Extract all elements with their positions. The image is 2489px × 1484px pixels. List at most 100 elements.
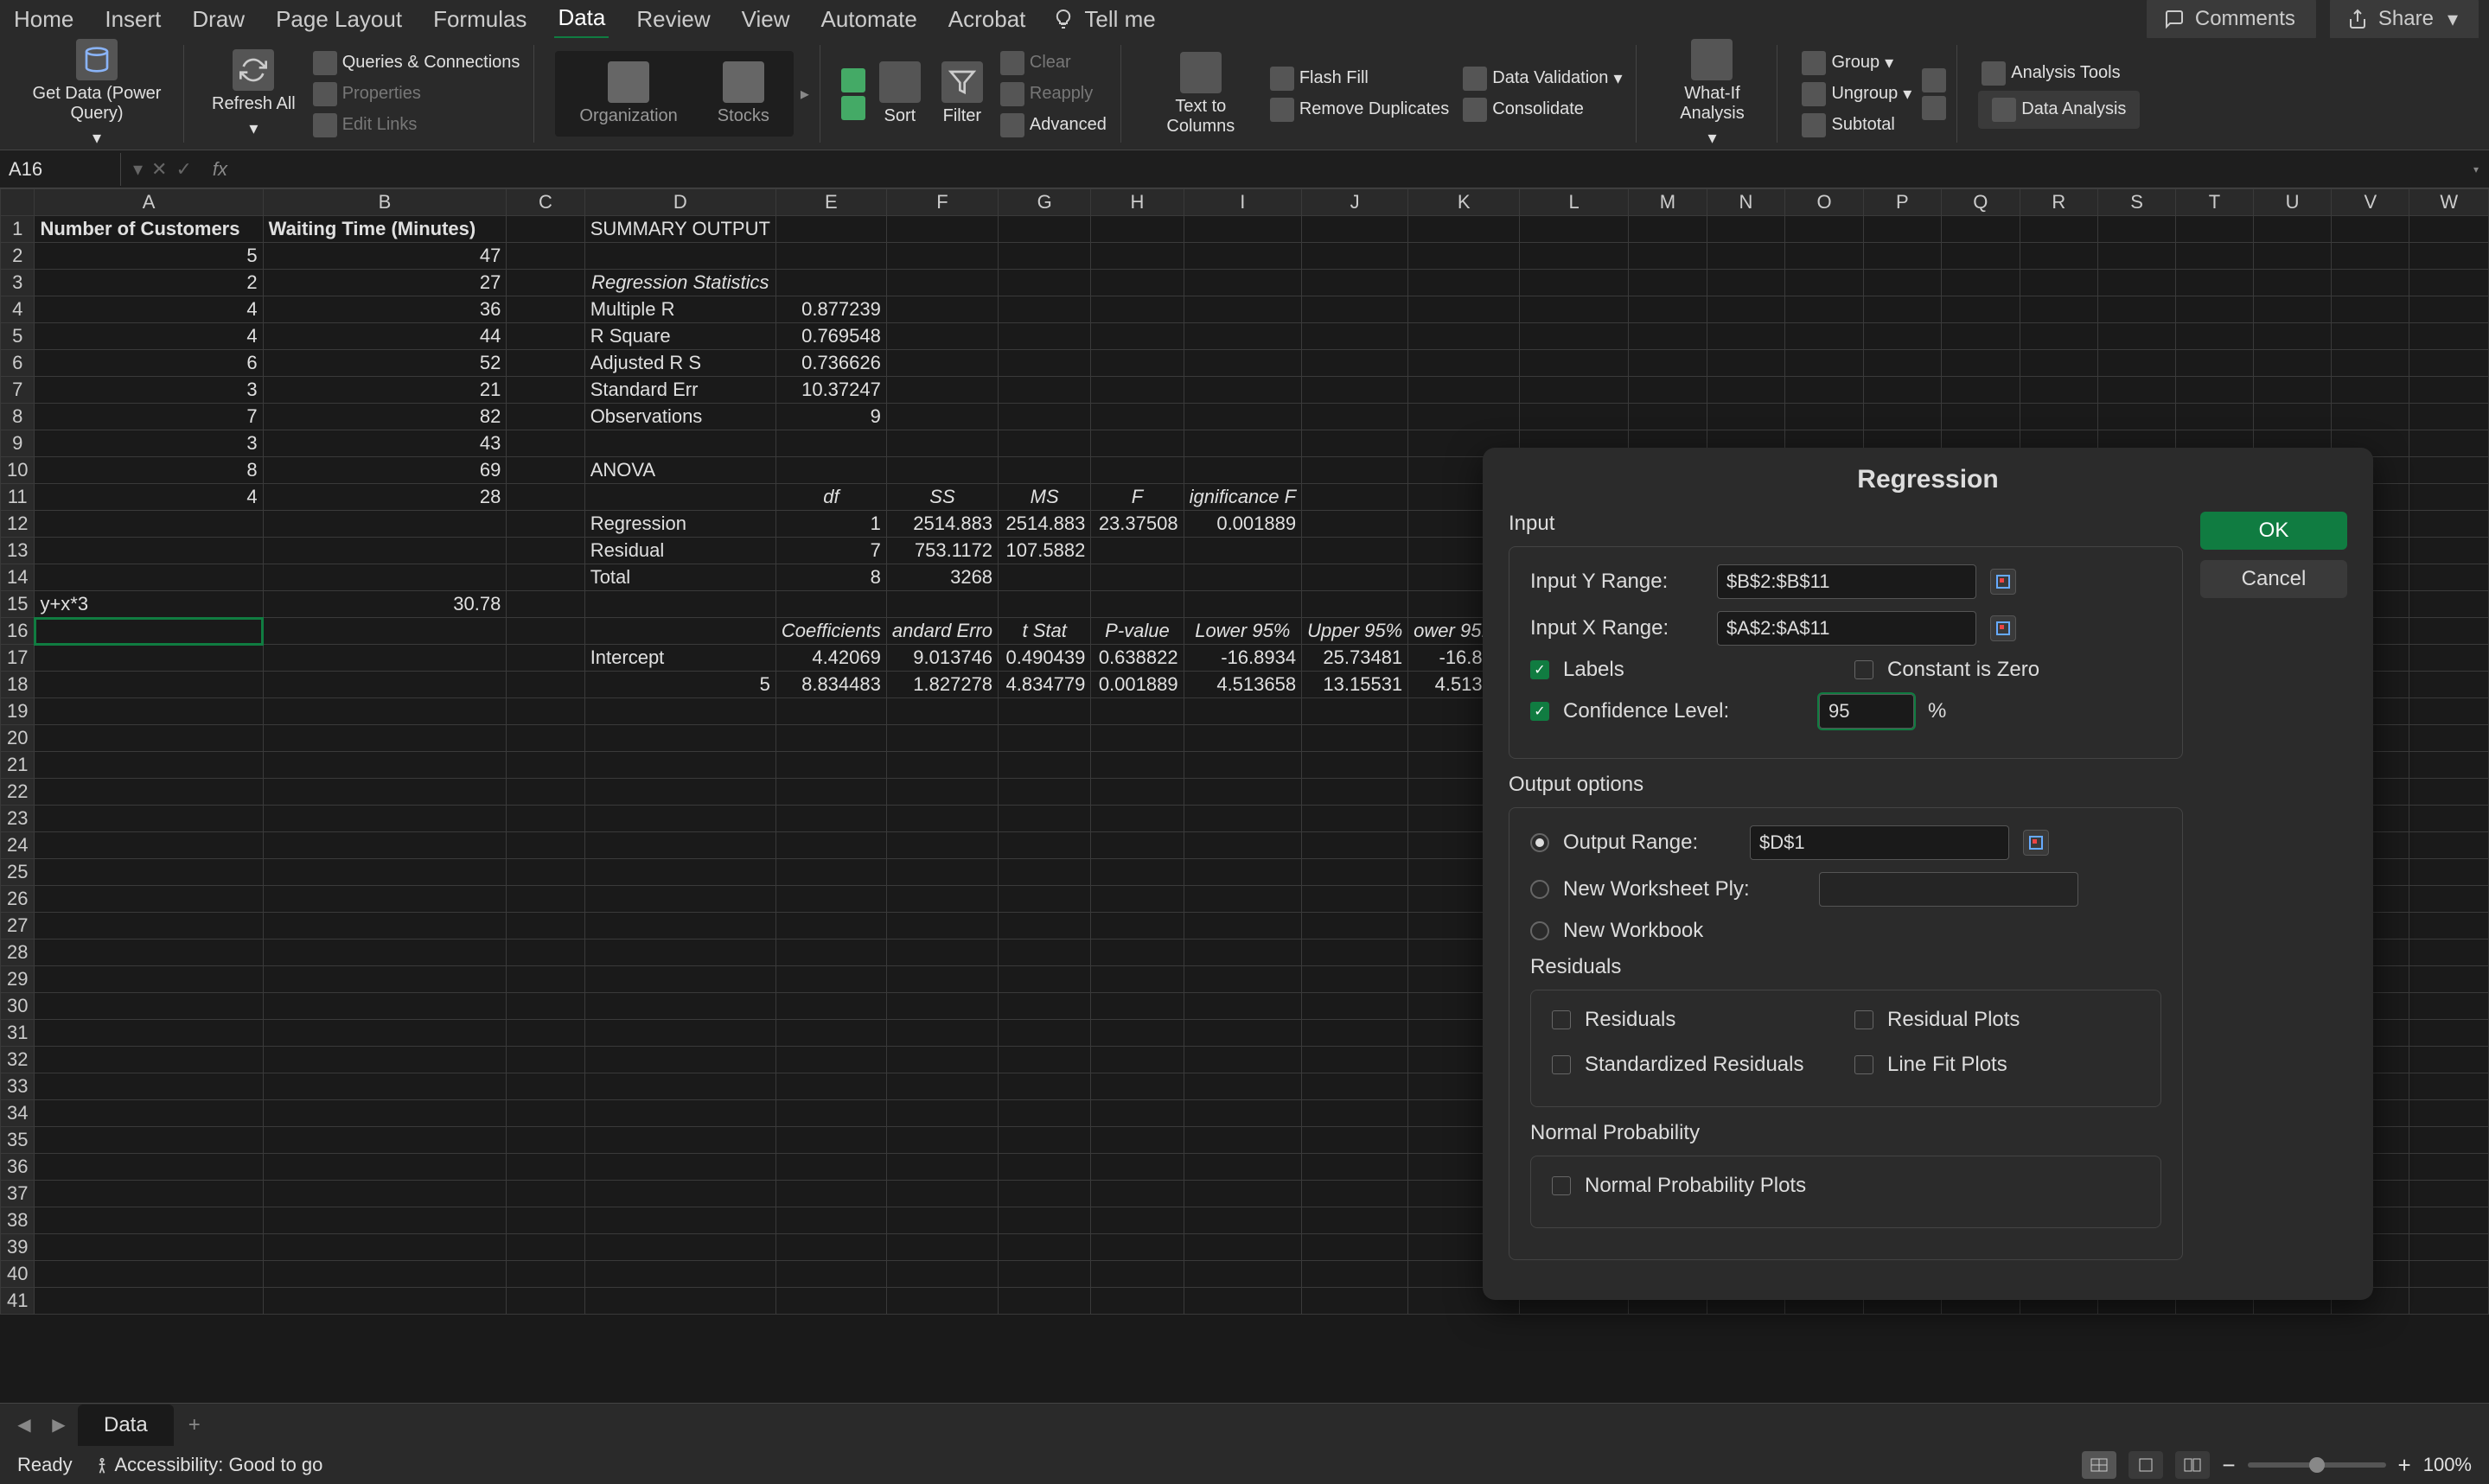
- cell-C39[interactable]: [507, 1234, 584, 1261]
- cell-H2[interactable]: [1091, 243, 1184, 270]
- cell-B31[interactable]: [263, 1020, 507, 1047]
- cell-J13[interactable]: [1302, 538, 1408, 564]
- cell-F10[interactable]: [886, 457, 998, 484]
- cell-E26[interactable]: [775, 886, 886, 913]
- cell-G4[interactable]: [999, 296, 1091, 323]
- cell-W10[interactable]: [2409, 457, 2489, 484]
- cell-I5[interactable]: [1184, 323, 1302, 350]
- cell-C32[interactable]: [507, 1047, 584, 1073]
- cell-A19[interactable]: [35, 698, 263, 725]
- cell-E3[interactable]: [775, 270, 886, 296]
- cell-H5[interactable]: [1091, 323, 1184, 350]
- output-range-radio[interactable]: [1530, 833, 1549, 852]
- show-detail-icon[interactable]: [1922, 68, 1946, 92]
- cell-L5[interactable]: [1520, 323, 1629, 350]
- cell-I29[interactable]: [1184, 966, 1302, 993]
- sort-asc-icon[interactable]: [841, 68, 865, 92]
- cell-B32[interactable]: [263, 1047, 507, 1073]
- column-header-B[interactable]: B: [263, 189, 507, 216]
- cell-R4[interactable]: [2020, 296, 2097, 323]
- flash-fill-button[interactable]: Flash Fill: [1267, 65, 1452, 92]
- cell-C40[interactable]: [507, 1261, 584, 1288]
- cell-F25[interactable]: [886, 859, 998, 886]
- cell-J32[interactable]: [1302, 1047, 1408, 1073]
- column-header-W[interactable]: W: [2409, 189, 2489, 216]
- cell-A11[interactable]: 4: [35, 484, 263, 511]
- cell-H24[interactable]: [1091, 832, 1184, 859]
- tab-view[interactable]: View: [738, 1, 794, 38]
- cell-F27[interactable]: [886, 913, 998, 939]
- input-x-range[interactable]: [1717, 611, 1976, 646]
- cell-B25[interactable]: [263, 859, 507, 886]
- cell-I2[interactable]: [1184, 243, 1302, 270]
- cell-G39[interactable]: [999, 1234, 1091, 1261]
- cell-H10[interactable]: [1091, 457, 1184, 484]
- refresh-all-button[interactable]: Refresh All ▾: [205, 46, 303, 143]
- cell-A35[interactable]: [35, 1127, 263, 1154]
- cell-J22[interactable]: [1302, 779, 1408, 806]
- row-header-13[interactable]: 13: [1, 538, 35, 564]
- cell-D30[interactable]: [584, 993, 775, 1020]
- cell-G15[interactable]: [999, 591, 1091, 618]
- cell-W4[interactable]: [2409, 296, 2489, 323]
- cell-E38[interactable]: [775, 1207, 886, 1234]
- cell-C41[interactable]: [507, 1288, 584, 1315]
- cell-F33[interactable]: [886, 1073, 998, 1100]
- cell-V6[interactable]: [2332, 350, 2409, 377]
- cell-D24[interactable]: [584, 832, 775, 859]
- data-analysis-button[interactable]: Data Analysis: [1978, 91, 2140, 129]
- cell-F9[interactable]: [886, 430, 998, 457]
- cell-A37[interactable]: [35, 1181, 263, 1207]
- cell-E14[interactable]: 8: [775, 564, 886, 591]
- cell-B11[interactable]: 28: [263, 484, 507, 511]
- cell-G7[interactable]: [999, 377, 1091, 404]
- cell-F3[interactable]: [886, 270, 998, 296]
- new-workbook-radio[interactable]: [1530, 921, 1549, 940]
- zoom-thumb[interactable]: [2309, 1457, 2325, 1473]
- sheet-tab-data[interactable]: Data: [78, 1404, 174, 1446]
- cell-H25[interactable]: [1091, 859, 1184, 886]
- row-header-17[interactable]: 17: [1, 645, 35, 672]
- column-header-V[interactable]: V: [2332, 189, 2409, 216]
- cell-C16[interactable]: [507, 618, 584, 645]
- cell-G1[interactable]: [999, 216, 1091, 243]
- cell-J35[interactable]: [1302, 1127, 1408, 1154]
- cell-O7[interactable]: [1785, 377, 1864, 404]
- properties-button[interactable]: Properties: [310, 80, 524, 108]
- cell-L6[interactable]: [1520, 350, 1629, 377]
- cell-C13[interactable]: [507, 538, 584, 564]
- row-header-31[interactable]: 31: [1, 1020, 35, 1047]
- cell-H32[interactable]: [1091, 1047, 1184, 1073]
- new-worksheet-input[interactable]: [1819, 872, 2078, 907]
- row-header-3[interactable]: 3: [1, 270, 35, 296]
- column-header-R[interactable]: R: [2020, 189, 2097, 216]
- cell-I35[interactable]: [1184, 1127, 1302, 1154]
- cell-H37[interactable]: [1091, 1181, 1184, 1207]
- cell-S5[interactable]: [2097, 323, 2175, 350]
- cell-F30[interactable]: [886, 993, 998, 1020]
- cell-J34[interactable]: [1302, 1100, 1408, 1127]
- row-header-40[interactable]: 40: [1, 1261, 35, 1288]
- cell-U3[interactable]: [2253, 270, 2331, 296]
- cell-F8[interactable]: [886, 404, 998, 430]
- tab-home[interactable]: Home: [10, 1, 77, 38]
- cell-E11[interactable]: df: [775, 484, 886, 511]
- cell-W26[interactable]: [2409, 886, 2489, 913]
- cell-C35[interactable]: [507, 1127, 584, 1154]
- cell-B21[interactable]: [263, 752, 507, 779]
- cell-J28[interactable]: [1302, 939, 1408, 966]
- cell-H21[interactable]: [1091, 752, 1184, 779]
- labels-checkbox[interactable]: [1530, 660, 1549, 679]
- cell-F18[interactable]: 1.827278: [886, 672, 998, 698]
- row-header-12[interactable]: 12: [1, 511, 35, 538]
- cell-H16[interactable]: P-value: [1091, 618, 1184, 645]
- cell-J29[interactable]: [1302, 966, 1408, 993]
- zoom-level[interactable]: 100%: [2423, 1454, 2472, 1476]
- cell-I39[interactable]: [1184, 1234, 1302, 1261]
- zoom-out-button[interactable]: −: [2222, 1452, 2235, 1479]
- fx-icon[interactable]: fx: [204, 158, 227, 181]
- cancel-formula-icon[interactable]: ✕: [151, 158, 167, 181]
- cell-F19[interactable]: [886, 698, 998, 725]
- sheet-nav-prev[interactable]: ◀: [9, 1410, 40, 1441]
- row-header-5[interactable]: 5: [1, 323, 35, 350]
